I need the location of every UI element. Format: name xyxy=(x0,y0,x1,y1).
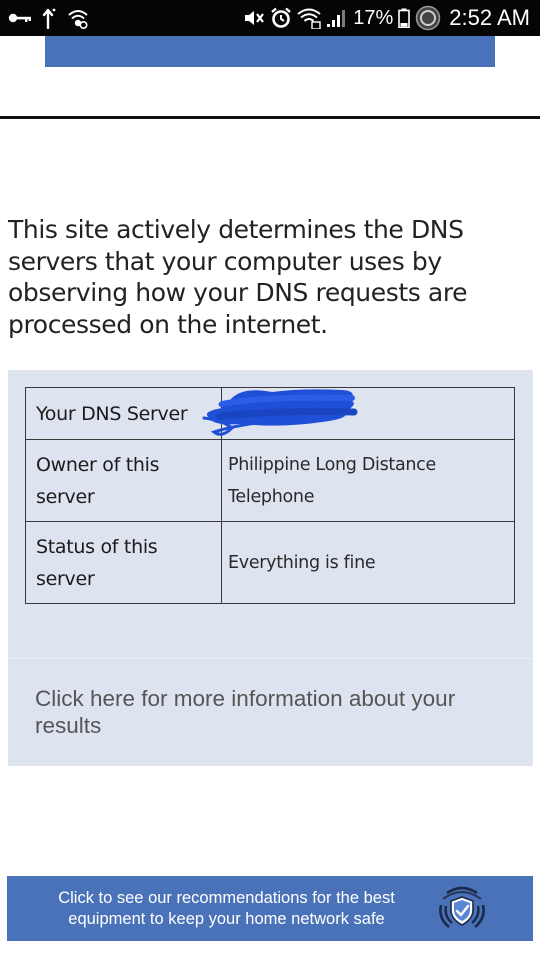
table-row: Owner of this server Philippine Long Dis… xyxy=(25,439,515,522)
results-panel: Your DNS Server Owner of this server Phi… xyxy=(8,370,533,658)
dns-server-label: Your DNS Server xyxy=(25,387,222,440)
signal-icon xyxy=(326,8,348,28)
dns-server-value xyxy=(202,387,515,440)
recommendation-text: Click to see our recommendations for the… xyxy=(58,889,395,928)
clock: 2:52 AM xyxy=(449,5,530,30)
page: 17% 2:52 AM This site actively determine… xyxy=(0,0,540,960)
info-panel: Click here for more information about yo… xyxy=(8,658,533,766)
wifi-icon xyxy=(297,7,321,29)
mute-icon xyxy=(243,8,265,28)
sync-icon xyxy=(415,5,441,31)
table-row: Status of this server Everything is fine xyxy=(25,521,515,604)
status-right-icons: 17% 2:52 AM xyxy=(238,5,530,31)
status-label: Status of this server xyxy=(25,521,222,604)
top-divider xyxy=(0,116,540,119)
more-info-link[interactable]: Click here for more information about yo… xyxy=(35,685,505,739)
results-table: Your DNS Server Owner of this server Phi… xyxy=(25,387,515,604)
redaction-scribble xyxy=(202,389,358,436)
status-value: Everything is fine xyxy=(221,521,515,604)
wifi-calling-icon xyxy=(66,7,90,29)
owner-value: Philippine Long Distance Telephone xyxy=(221,439,515,522)
owner-label: Owner of this server xyxy=(25,439,222,522)
table-row: Your DNS Server xyxy=(25,387,515,440)
battery-icon xyxy=(398,8,411,28)
status-left-icons xyxy=(8,7,100,29)
alarm-icon xyxy=(270,7,292,29)
shield-wifi-icon xyxy=(439,886,485,929)
top-banner[interactable] xyxy=(45,36,495,67)
key-icon xyxy=(8,11,32,25)
battery-percentage: 17% xyxy=(353,6,394,29)
status-bar: 17% 2:52 AM xyxy=(0,0,540,36)
upload-arrow-icon xyxy=(42,7,56,29)
recommendation-banner[interactable]: Click to see our recommendations for the… xyxy=(7,876,533,941)
intro-text: This site actively determines the DNS se… xyxy=(8,215,468,339)
